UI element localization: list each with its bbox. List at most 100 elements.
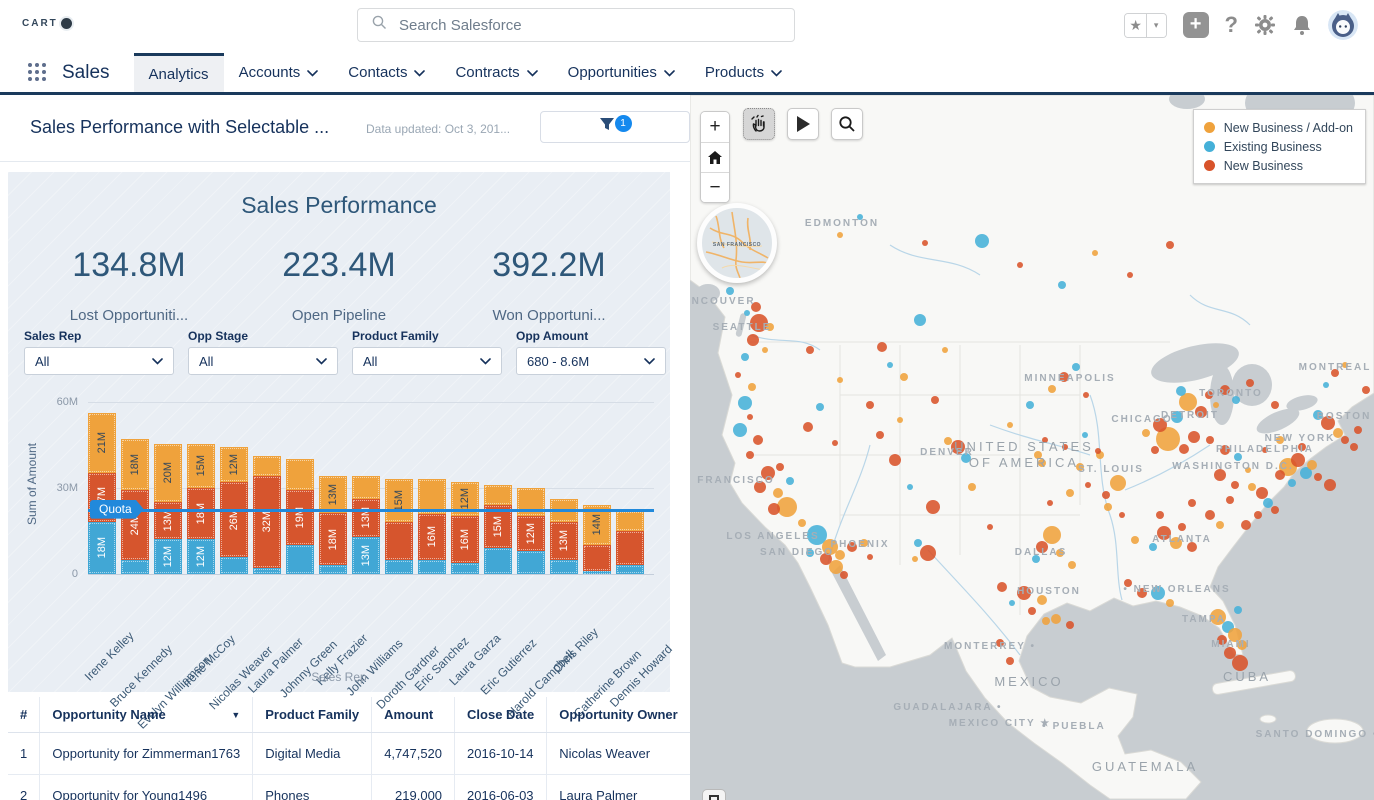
segment-blue[interactable] xyxy=(286,545,314,574)
business-dot[interactable] xyxy=(914,314,926,326)
business-dot[interactable] xyxy=(997,582,1007,592)
tab-analytics[interactable]: Analytics xyxy=(134,53,224,92)
business-dot[interactable] xyxy=(1066,621,1074,629)
business-dot[interactable] xyxy=(832,440,838,446)
global-actions-button[interactable]: + xyxy=(1183,12,1209,38)
segment-red[interactable]: 13M xyxy=(352,499,380,537)
business-dot[interactable] xyxy=(1179,444,1189,454)
tab-opportunities[interactable]: Opportunities xyxy=(553,53,690,92)
business-dot[interactable] xyxy=(926,500,940,514)
home-button[interactable] xyxy=(701,142,729,172)
business-dot[interactable] xyxy=(1246,379,1254,387)
segment-orange[interactable] xyxy=(484,485,512,505)
business-dot[interactable] xyxy=(900,373,908,381)
business-dot[interactable] xyxy=(1271,401,1279,409)
business-dot[interactable] xyxy=(1205,510,1215,520)
segment-red[interactable] xyxy=(385,522,413,560)
segment-red[interactable] xyxy=(583,545,611,571)
business-dot[interactable] xyxy=(1341,436,1349,444)
business-dot[interactable] xyxy=(1213,402,1219,408)
business-dot[interactable] xyxy=(877,342,887,352)
business-dot[interactable] xyxy=(829,560,843,574)
segment-blue[interactable] xyxy=(484,548,512,574)
segment-red[interactable]: 32M xyxy=(253,476,281,568)
business-dot[interactable] xyxy=(1017,262,1023,268)
segment-red[interactable]: 26M xyxy=(220,482,248,557)
business-dot[interactable] xyxy=(1271,506,1279,514)
segment-red[interactable]: 13M xyxy=(550,522,578,560)
zoom-out-button[interactable]: − xyxy=(701,172,729,202)
segment-blue[interactable] xyxy=(319,565,347,574)
business-dot[interactable] xyxy=(744,310,750,316)
business-dot[interactable] xyxy=(1166,241,1174,249)
business-dot[interactable] xyxy=(931,396,939,404)
segment-blue[interactable] xyxy=(418,560,446,574)
filter-select[interactable]: All xyxy=(188,347,338,375)
segment-orange[interactable] xyxy=(616,511,644,531)
business-dot[interactable] xyxy=(1066,489,1074,497)
table-row[interactable]: 1Opportunity for Zimmerman1763Digital Me… xyxy=(8,733,690,775)
business-dot[interactable] xyxy=(816,403,824,411)
table-row[interactable]: 2Opportunity for Young1496Phones219,0002… xyxy=(8,775,690,800)
bar-harold-campbell[interactable]: 12M xyxy=(517,488,545,574)
bar-eric-gutierrez[interactable]: 15M xyxy=(484,485,512,574)
carto-map[interactable]: EDMONTONVANCOUVERSEATTLEMINNEAPOLISMONTR… xyxy=(690,95,1374,800)
business-dot[interactable] xyxy=(746,451,754,459)
column-header[interactable]: Product Family xyxy=(253,697,372,733)
notifications-bell-icon[interactable] xyxy=(1292,14,1312,36)
business-dot[interactable] xyxy=(1151,446,1159,454)
business-dot[interactable] xyxy=(741,353,749,361)
business-dot[interactable] xyxy=(1166,599,1174,607)
segment-red[interactable]: 12M xyxy=(517,516,545,551)
segment-orange[interactable]: 15M xyxy=(187,444,215,487)
business-dot[interactable] xyxy=(1104,503,1112,511)
business-dot[interactable] xyxy=(975,234,989,248)
global-search[interactable]: Search Salesforce xyxy=(357,8,795,42)
business-dot[interactable] xyxy=(1110,475,1126,491)
map-bottom-button[interactable] xyxy=(702,789,726,800)
business-dot[interactable] xyxy=(920,545,936,561)
business-dot[interactable] xyxy=(1256,487,1268,499)
segment-blue[interactable] xyxy=(616,565,644,574)
business-dot[interactable] xyxy=(942,347,948,353)
business-dot[interactable] xyxy=(866,401,874,409)
business-dot[interactable] xyxy=(1085,482,1091,488)
segment-orange[interactable] xyxy=(253,456,281,476)
segment-orange[interactable]: 12M xyxy=(220,447,248,482)
business-dot[interactable] xyxy=(1324,479,1336,491)
business-dot[interactable] xyxy=(876,431,884,439)
business-dot[interactable] xyxy=(798,519,806,527)
business-dot[interactable] xyxy=(1092,250,1098,256)
segment-red[interactable]: 16M xyxy=(418,514,446,560)
business-dot[interactable] xyxy=(777,497,797,517)
business-dot[interactable] xyxy=(738,396,752,410)
filter-select[interactable]: All xyxy=(24,347,174,375)
segment-blue[interactable]: 13M xyxy=(352,537,380,575)
kpi[interactable]: 392.2MWon Opportuni... xyxy=(474,234,624,324)
business-dot[interactable] xyxy=(1350,443,1358,451)
business-dot[interactable] xyxy=(897,417,903,423)
setup-gear-icon[interactable] xyxy=(1254,14,1276,36)
kpi[interactable]: 134.8MLost Opportuniti... xyxy=(54,234,204,324)
business-dot[interactable] xyxy=(867,554,873,560)
bar-catherine-brown[interactable]: 14M xyxy=(583,505,611,574)
business-dot[interactable] xyxy=(1216,521,1224,529)
business-dot[interactable] xyxy=(748,383,756,391)
business-dot[interactable] xyxy=(1176,386,1186,396)
business-dot[interactable] xyxy=(776,463,784,471)
business-dot[interactable] xyxy=(726,287,734,295)
business-dot[interactable] xyxy=(1234,606,1242,614)
segment-orange[interactable]: 15M xyxy=(385,479,413,522)
business-dot[interactable] xyxy=(1231,481,1239,489)
business-dot[interactable] xyxy=(840,571,848,579)
business-dot[interactable] xyxy=(1307,460,1317,470)
segment-orange[interactable]: 18M xyxy=(121,439,149,491)
column-header[interactable]: Opportunity Owner xyxy=(547,697,690,733)
segment-blue[interactable] xyxy=(550,560,578,574)
business-dot[interactable] xyxy=(1058,281,1066,289)
business-dot[interactable] xyxy=(803,422,813,432)
business-dot[interactable] xyxy=(1248,483,1256,491)
business-dot[interactable] xyxy=(1206,436,1214,444)
business-dot[interactable] xyxy=(747,414,753,420)
business-dot[interactable] xyxy=(1043,526,1061,544)
